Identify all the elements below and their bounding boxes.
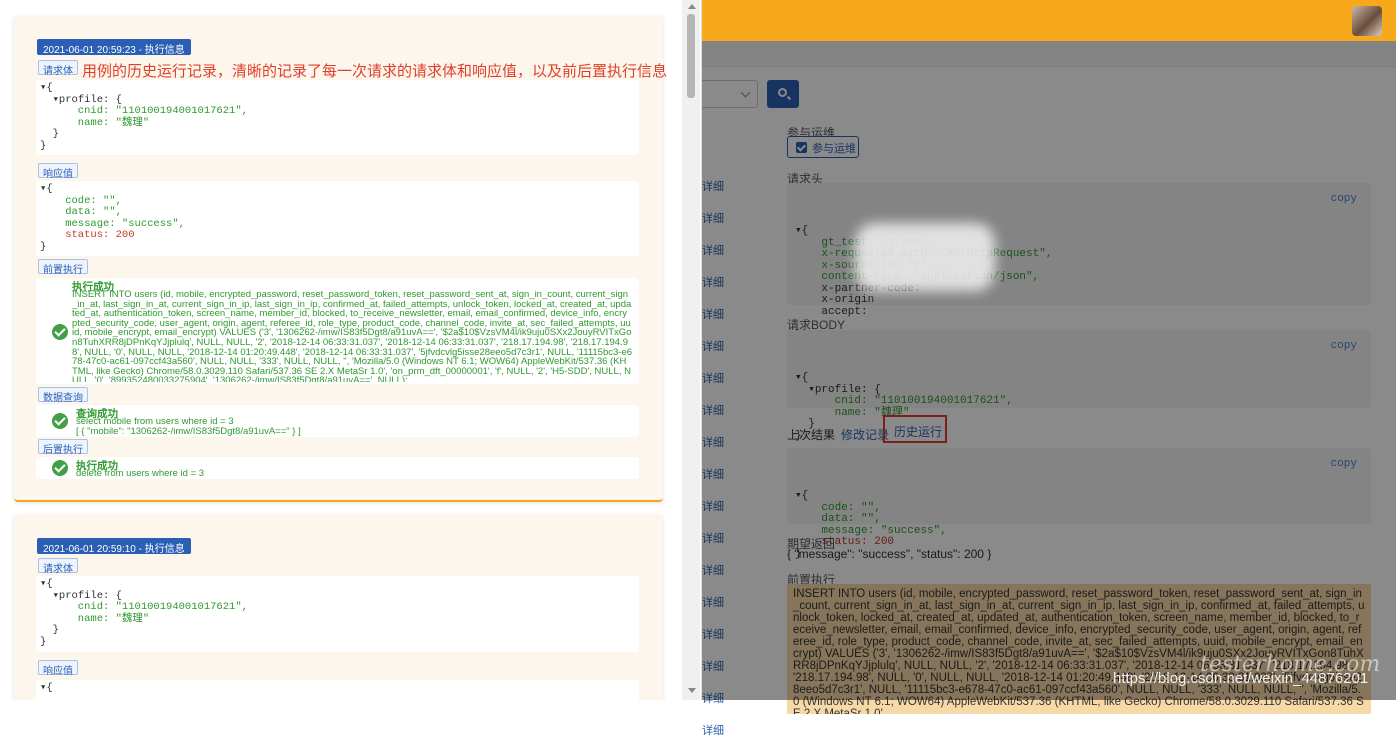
code-line: name: "魏理" [40,116,150,129]
code-line: ▾{ [40,183,53,195]
data-query-result: 查询成功 select mobile from users where id =… [36,405,639,437]
scroll-up-arrow-icon[interactable] [688,4,696,9]
history-record-card: 2021-06-01 20:59:23 - 执行信息 请求体 用例的历史运行记录… [14,16,667,502]
code-line: code: "", [40,194,122,207]
code-line: } [40,624,59,636]
code-line: } [40,128,59,140]
drawer-scrollbar[interactable] [682,0,700,700]
success-check-icon [52,413,68,429]
detail-link[interactable]: 详细 [702,722,732,738]
code-line: name: "魏理" [40,612,150,625]
response-json: ▾{ [36,680,639,700]
user-avatar[interactable] [1352,6,1382,36]
post-exec-result: 执行成功 delete from users where id = 3 [36,457,639,479]
scrollbar-thumb[interactable] [687,14,695,98]
post-exec-sql: delete from users where id = 3 [76,468,205,479]
code-line: status: 200 [40,229,135,241]
pre-exec-sql-text: INSERT INTO users (id, mobile, encrypted… [72,290,632,382]
data-query-output: [ { "mobile": "1306262-/imw/IS83f5Dgt8/a… [76,426,301,437]
response-json: ▾{ code: "", data: "", message: "success… [36,181,639,256]
code-line: ▾{ [40,578,53,590]
code-line: ▾{ [40,82,53,94]
request-body-tag: 请求体 [38,558,78,575]
code-line: } [40,139,47,152]
code-line: cnid: "110100194001017621", [40,105,248,117]
history-run-drawer: 2021-06-01 20:59:23 - 执行信息 请求体 用例的历史运行记录… [0,0,702,700]
history-record-card: 2021-06-01 20:59:10 - 执行信息 请求体 ▾{ ▾profi… [14,515,663,700]
annotation-text: 用例的历史运行记录，清晰的记录了每一次请求的请求体和响应值，以及前后置执行信息 [82,63,668,80]
modal-overlay[interactable] [702,41,1396,700]
pre-exec-result: 执行成功 INSERT INTO users (id, mobile, encr… [36,278,639,384]
response-tag: 响应值 [38,660,78,677]
response-tag: 响应值 [38,163,78,180]
record-time-badge: 2021-06-01 20:59:10 - 执行信息 [37,538,191,555]
code-line: data: "", [40,206,122,218]
post-exec-tag: 后置执行 [38,439,88,456]
code-line: } [40,635,47,648]
pre-exec-tag: 前置执行 [38,259,88,276]
scroll-down-arrow-icon[interactable] [688,688,696,693]
data-query-tag: 数据查询 [38,387,88,404]
code-line: } [40,240,47,253]
code-line: cnid: "110100194001017621", [40,601,248,613]
watermark: https://blog.csdn.net/weixin_44876201 [1113,670,1369,687]
success-check-icon [52,324,68,340]
code-line: ▾{ [40,682,53,694]
request-body-json: ▾{ ▾profile: { cnid: "110100194001017621… [36,576,639,652]
redacted-region [855,223,995,291]
request-body-tag: 请求体 [38,60,78,77]
success-check-icon [52,460,68,476]
request-body-json: ▾{ ▾profile: { cnid: "110100194001017621… [36,80,639,155]
record-time-badge: 2021-06-01 20:59:23 - 执行信息 [37,39,191,56]
